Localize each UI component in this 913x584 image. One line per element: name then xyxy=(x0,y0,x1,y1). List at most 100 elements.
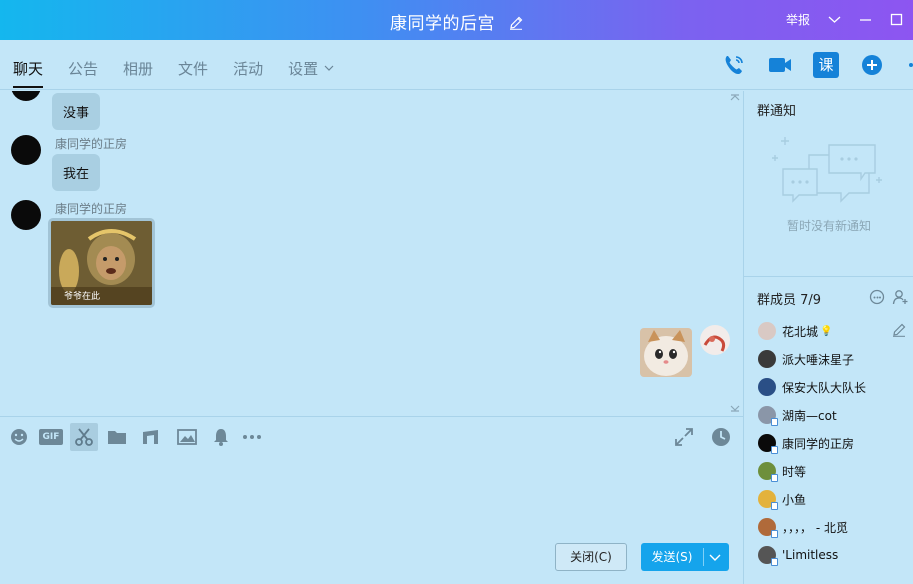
avatar-image xyxy=(703,335,726,352)
class-icon-label: 课 xyxy=(818,56,834,74)
message-bubble: 没事 xyxy=(52,93,101,130)
device-badge-icon xyxy=(771,418,778,426)
avatar[interactable] xyxy=(11,91,41,101)
avatar[interactable] xyxy=(758,322,776,340)
tab-label: 聊天 xyxy=(13,60,44,78)
member-name: 派大唾沫星子 xyxy=(782,352,855,367)
close-button[interactable]: 关闭(C) xyxy=(555,543,627,571)
more-tools-icon[interactable] xyxy=(905,52,913,78)
member-name: 湖南—cot xyxy=(782,408,837,423)
lightbulb-icon: 💡 xyxy=(820,325,833,337)
tab-announcement[interactable]: 公告 xyxy=(68,58,98,88)
tab-label: 公告 xyxy=(68,60,99,78)
input-toolbar: GIF xyxy=(0,416,743,456)
edit-icon[interactable] xyxy=(892,323,906,337)
image-message[interactable] xyxy=(640,328,692,377)
chevron-down-icon[interactable] xyxy=(709,552,721,562)
avatar[interactable] xyxy=(758,518,778,538)
tab-files[interactable]: 文件 xyxy=(178,58,208,88)
tab-chat[interactable]: 聊天 xyxy=(13,58,43,88)
screenshot-icon[interactable] xyxy=(70,423,98,451)
divider xyxy=(744,276,913,277)
group-name: 康同学的后宫 xyxy=(390,14,496,34)
music-icon[interactable] xyxy=(140,426,162,448)
member-item[interactable]: ，，，， - 北觅 xyxy=(758,517,848,538)
device-badge-icon xyxy=(771,502,778,510)
avatar[interactable] xyxy=(758,434,778,454)
sender-name[interactable]: 康同学的正房 xyxy=(55,200,127,217)
scroll-up-icon[interactable] xyxy=(730,93,740,103)
image-icon[interactable] xyxy=(176,426,198,448)
send-separator xyxy=(703,548,704,566)
member-item[interactable]: 派大唾沫星子 xyxy=(758,349,854,369)
self-avatar[interactable] xyxy=(700,325,730,355)
gif-icon[interactable]: GIF xyxy=(39,429,63,445)
message-bubble: 我在 xyxy=(52,154,101,191)
image-message[interactable]: 爷爷在此 xyxy=(48,218,155,308)
member-name: 小鱼 xyxy=(782,492,807,507)
member-name: 花北城 xyxy=(782,324,819,339)
search-members-icon[interactable] xyxy=(869,289,885,305)
chevron-down-icon[interactable] xyxy=(828,13,841,26)
emoji-icon[interactable] xyxy=(8,426,30,448)
phone-icon[interactable] xyxy=(721,52,747,78)
send-label: 发送(S) xyxy=(651,550,693,564)
tab-label: 文件 xyxy=(178,60,209,78)
member-name: 保安大队大队长 xyxy=(782,380,867,395)
member-item[interactable]: 时等 xyxy=(758,461,807,482)
add-member-icon[interactable] xyxy=(892,289,908,305)
add-app-icon[interactable] xyxy=(859,52,885,78)
device-badge-icon xyxy=(771,558,778,566)
bell-icon[interactable] xyxy=(210,426,232,448)
video-icon[interactable] xyxy=(767,52,793,78)
avatar[interactable] xyxy=(758,350,776,368)
class-icon[interactable]: 课 xyxy=(813,52,839,78)
send-button[interactable]: 发送(S) xyxy=(641,543,729,571)
title-bar: 康同学的后宫 举报 xyxy=(0,0,913,40)
more-icon[interactable] xyxy=(241,426,263,448)
member-item[interactable]: 花北城 💡 xyxy=(758,321,832,341)
sender-name[interactable]: 康同学的正房 xyxy=(55,135,127,152)
device-badge-icon xyxy=(771,474,778,482)
tab-settings[interactable]: 设置 xyxy=(288,58,334,88)
avatar[interactable] xyxy=(11,200,41,230)
maximize-icon[interactable] xyxy=(890,13,903,26)
member-item[interactable]: 小鱼 xyxy=(758,489,807,510)
chevron-down-icon xyxy=(324,65,334,71)
notice-title[interactable]: 群通知 xyxy=(757,100,796,119)
cat-sticker xyxy=(640,328,692,377)
minimize-icon[interactable] xyxy=(859,13,872,26)
avatar[interactable] xyxy=(758,490,778,510)
member-name: 时等 xyxy=(782,464,807,479)
member-name: 'Limitless xyxy=(782,548,839,562)
report-link[interactable]: 举报 xyxy=(786,11,810,28)
notice-empty-illustration xyxy=(772,137,882,203)
member-name: 康同学的正房 xyxy=(782,436,855,451)
avatar[interactable] xyxy=(758,378,776,396)
avatar[interactable] xyxy=(758,546,778,566)
device-badge-icon xyxy=(771,446,778,454)
chat-history[interactable]: 没事 康同学的正房 我在 康同学的正房 爷爷在此 xyxy=(0,91,743,416)
history-clock-icon[interactable] xyxy=(710,426,732,448)
gif-label: GIF xyxy=(42,432,60,442)
message-input[interactable]: 关闭(C) 发送(S) xyxy=(0,456,743,584)
tab-bar: 聊天 公告 相册 文件 活动 设置 课 xyxy=(0,40,913,90)
member-item[interactable]: 湖南—cot xyxy=(758,405,837,426)
tab-label: 设置 xyxy=(288,60,319,78)
member-item[interactable]: 保安大队大队长 xyxy=(758,377,866,397)
member-item[interactable]: 'Limitless xyxy=(758,545,839,566)
avatar[interactable] xyxy=(758,462,778,482)
folder-icon[interactable] xyxy=(106,426,128,448)
notice-empty-text: 暂时没有新通知 xyxy=(786,219,871,233)
expand-icon[interactable] xyxy=(673,426,695,448)
edit-name-icon[interactable] xyxy=(509,16,523,30)
tab-activity[interactable]: 活动 xyxy=(233,58,263,88)
tab-label: 活动 xyxy=(233,60,264,78)
member-item[interactable]: 康同学的正房 xyxy=(758,433,855,454)
tab-label: 相册 xyxy=(123,60,154,78)
scroll-down-icon[interactable] xyxy=(730,403,740,413)
avatar[interactable] xyxy=(758,406,778,426)
avatar[interactable] xyxy=(11,135,41,165)
device-badge-icon xyxy=(771,530,778,538)
tab-album[interactable]: 相册 xyxy=(123,58,153,88)
